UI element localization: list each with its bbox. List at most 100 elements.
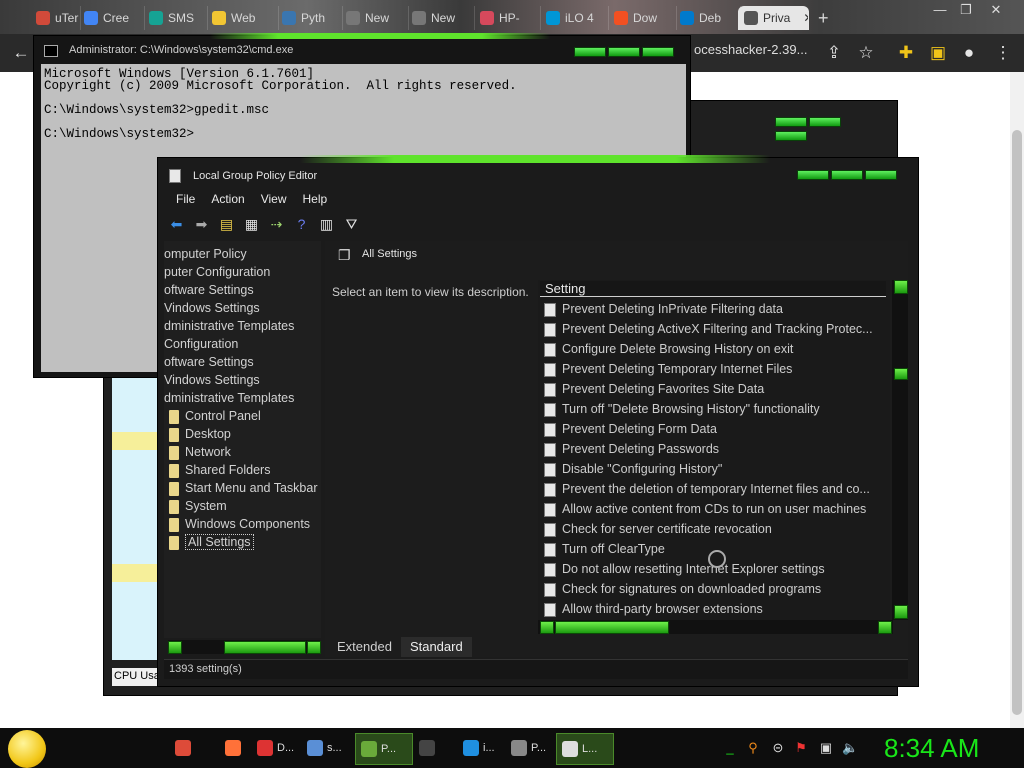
maximize-button[interactable]: ❐ bbox=[955, 2, 977, 18]
gpedit-window-buttons[interactable] bbox=[797, 169, 907, 181]
taskbar-app-button[interactable]: i... bbox=[458, 733, 510, 763]
browser-tab[interactable]: iLO 4 bbox=[540, 6, 609, 30]
tree-node[interactable]: Network bbox=[169, 443, 231, 461]
tree-node[interactable]: omputer Policy bbox=[164, 245, 247, 263]
tree-node[interactable]: oftware Settings bbox=[164, 353, 254, 371]
setting-row[interactable]: Check for server certificate revocation bbox=[544, 519, 886, 539]
menu-help[interactable]: Help bbox=[295, 190, 336, 210]
setting-row[interactable]: Prevent Deleting ActiveX Filtering and T… bbox=[544, 319, 886, 339]
tree-node[interactable]: Configuration bbox=[164, 335, 238, 353]
setting-row[interactable]: Prevent Deleting Favorites Site Data bbox=[544, 379, 886, 399]
tree-node[interactable]: Start Menu and Taskbar bbox=[169, 479, 317, 497]
share-icon[interactable]: ⇪ bbox=[823, 42, 845, 64]
setting-row[interactable]: Allow active content from CDs to run on … bbox=[544, 499, 886, 519]
taskbar-app-button[interactable] bbox=[170, 733, 210, 763]
setting-row[interactable]: Prevent Deleting Passwords bbox=[544, 439, 886, 459]
setting-row[interactable]: Turn off "Delete Browsing History" funct… bbox=[544, 399, 886, 419]
browser-tab[interactable]: HP- bbox=[474, 6, 541, 30]
browser-tab[interactable]: Dow bbox=[608, 6, 677, 30]
sidepanel-icon[interactable]: ▣ bbox=[927, 42, 949, 64]
taskbar-app-button[interactable]: P... bbox=[355, 733, 413, 765]
tab-standard[interactable]: Standard bbox=[400, 637, 472, 657]
back-arrow-icon[interactable]: ← bbox=[10, 42, 32, 64]
setting-row[interactable]: Configure Delete Browsing History on exi… bbox=[544, 339, 886, 359]
tree-node[interactable]: Desktop bbox=[169, 425, 231, 443]
setting-row[interactable]: Disable "Configuring History" bbox=[544, 459, 886, 479]
browser-tab[interactable]: uTer bbox=[30, 6, 81, 30]
tree-node[interactable]: Windows Components bbox=[169, 515, 310, 533]
browser-tab[interactable]: Deb bbox=[674, 6, 741, 30]
browser-tab[interactable]: New bbox=[406, 6, 475, 30]
taskbar-app-button[interactable]: P... bbox=[506, 733, 562, 763]
profile-avatar-icon[interactable]: ● bbox=[958, 42, 980, 64]
taskbar-clock[interactable]: 8:34 AM bbox=[884, 733, 979, 764]
taskbar-app-label: D... bbox=[277, 742, 295, 754]
action-center-flag-icon[interactable]: ⚑ bbox=[793, 740, 809, 756]
tree-node[interactable]: puter Configuration bbox=[164, 263, 270, 281]
policy-document-icon bbox=[544, 302, 556, 317]
help-icon[interactable]: ? bbox=[293, 216, 310, 233]
close-button[interactable]: ✕ bbox=[985, 2, 1007, 18]
setting-row[interactable]: Check for signatures on downloaded progr… bbox=[544, 579, 886, 599]
tab-close-icon[interactable]: ✕ bbox=[803, 11, 808, 25]
setting-row[interactable]: Prevent the deletion of temporary Intern… bbox=[544, 479, 886, 499]
export-list-icon[interactable]: ⇢ bbox=[268, 216, 285, 233]
menu-file[interactable]: File bbox=[168, 190, 203, 210]
extensions-icon[interactable]: ✚ bbox=[895, 42, 917, 64]
taskbar-app-button[interactable]: L... bbox=[556, 733, 614, 765]
tree-horizontal-scrollbar[interactable] bbox=[168, 640, 321, 654]
tree-node[interactable]: Control Panel bbox=[169, 407, 261, 425]
tree-node-label: Windows Components bbox=[185, 517, 311, 531]
address-bar-text[interactable]: ocesshacker-2.39... bbox=[694, 42, 807, 57]
cmd-window-buttons[interactable] bbox=[574, 46, 684, 58]
up-folder-icon[interactable]: ▤ bbox=[218, 216, 235, 233]
setting-row[interactable]: Prevent Deleting Form Data bbox=[544, 419, 886, 439]
tree-node[interactable]: dministrative Templates bbox=[164, 389, 294, 407]
taskbar-app-button[interactable] bbox=[414, 733, 454, 763]
setting-row[interactable]: Allow third-party browser extensions bbox=[544, 599, 886, 619]
menu-kebab-icon[interactable]: ⋮ bbox=[992, 42, 1014, 64]
page-scrollbar-thumb[interactable] bbox=[1012, 130, 1022, 715]
forward-arrow-icon[interactable]: ➡ bbox=[193, 216, 210, 233]
tree-node[interactable]: oftware Settings bbox=[164, 281, 254, 299]
show-hide-tree-icon[interactable]: ▦ bbox=[243, 216, 260, 233]
tm-window-buttons[interactable] bbox=[775, 116, 875, 141]
tray-indicator-icon[interactable]: _ bbox=[722, 740, 738, 756]
start-button[interactable] bbox=[8, 730, 46, 768]
search-icon[interactable]: ⚲ bbox=[745, 740, 761, 756]
list-horizontal-scrollbar[interactable] bbox=[538, 620, 893, 634]
browser-tab[interactable]: Pyth bbox=[276, 6, 343, 30]
minimize-button[interactable]: — bbox=[929, 2, 951, 18]
browser-tab[interactable]: New bbox=[340, 6, 409, 30]
browser-tab[interactable]: Cree bbox=[78, 6, 145, 30]
new-tab-button[interactable]: + bbox=[812, 6, 846, 30]
taskbar-app-button[interactable]: s... bbox=[302, 733, 358, 763]
browser-tab[interactable]: Priva ✕ bbox=[738, 6, 809, 30]
volume-icon[interactable]: 🔈 bbox=[842, 740, 858, 756]
tree-node[interactable]: All Settings bbox=[169, 533, 254, 551]
setting-name: Do not allow resetting Internet Explorer… bbox=[562, 562, 825, 576]
back-arrow-icon[interactable]: ⬅ bbox=[168, 216, 185, 233]
list-vertical-scrollbar[interactable] bbox=[892, 280, 908, 620]
menu-action[interactable]: Action bbox=[203, 190, 252, 210]
menu-view[interactable]: View bbox=[253, 190, 295, 210]
folder-icon bbox=[169, 481, 179, 496]
properties-icon[interactable]: ▥ bbox=[318, 216, 335, 233]
column-header-setting[interactable]: Setting bbox=[540, 281, 886, 297]
browser-tab[interactable]: SMS bbox=[143, 6, 208, 30]
setting-row[interactable]: Prevent Deleting Temporary Internet File… bbox=[544, 359, 886, 379]
tree-node[interactable]: Vindows Settings bbox=[164, 371, 260, 389]
tree-node[interactable]: Shared Folders bbox=[169, 461, 270, 479]
tab-extended[interactable]: Extended bbox=[328, 637, 401, 657]
tree-node[interactable]: dministrative Templates bbox=[164, 317, 294, 335]
bookmark-star-icon[interactable]: ☆ bbox=[855, 42, 877, 64]
folder-icon bbox=[169, 517, 179, 532]
stop-icon[interactable]: ⊝ bbox=[770, 740, 786, 756]
network-icon[interactable]: ▣ bbox=[818, 740, 834, 756]
filter-icon[interactable]: ⛛ bbox=[343, 216, 360, 233]
setting-row[interactable]: Prevent Deleting InPrivate Filtering dat… bbox=[544, 299, 886, 319]
browser-tab[interactable]: Web bbox=[206, 6, 279, 30]
tree-node[interactable]: Vindows Settings bbox=[164, 299, 260, 317]
tree-node[interactable]: System bbox=[169, 497, 227, 515]
taskbar-app-button[interactable]: D... bbox=[252, 733, 308, 763]
